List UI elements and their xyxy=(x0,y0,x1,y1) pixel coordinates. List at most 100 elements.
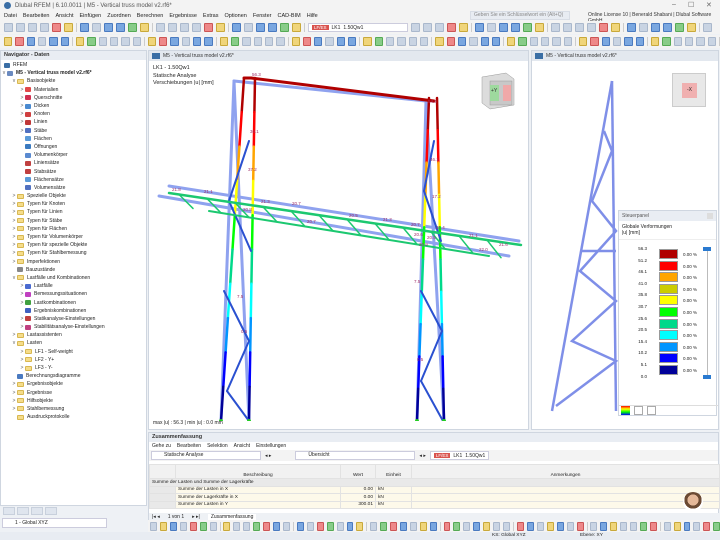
summary-menu-item[interactable]: Gehe zu xyxy=(152,443,171,449)
toolbar-tool-icon[interactable] xyxy=(356,522,363,531)
toolbar-tool-icon[interactable] xyxy=(16,23,25,32)
toolbar-tool-icon[interactable] xyxy=(327,522,334,531)
toolbar-tool-icon[interactable] xyxy=(292,37,300,46)
menu-item[interactable]: Berechnen xyxy=(137,13,164,19)
settings-tab-icon[interactable] xyxy=(647,406,656,415)
member[interactable] xyxy=(159,196,509,256)
tree-item[interactable]: Flächensätze xyxy=(1,176,146,184)
tree-item[interactable]: Ausdruckprotokolle xyxy=(1,413,146,421)
toolbar-tool-icon[interactable] xyxy=(713,522,720,531)
tree-item[interactable]: >Querschnitte xyxy=(1,94,146,102)
toolbar-tool-icon[interactable] xyxy=(564,37,572,46)
member[interactable] xyxy=(233,215,235,249)
menu-item[interactable]: Ansicht xyxy=(55,13,73,19)
prev-next-arrows[interactable]: ◂ ▸ xyxy=(419,453,425,459)
toolbar-tool-icon[interactable] xyxy=(447,37,455,46)
tab-data[interactable] xyxy=(3,507,15,515)
user-avatar[interactable] xyxy=(683,492,703,512)
tree-item[interactable]: >Ergebnisse xyxy=(1,389,146,397)
toolbar-tool-icon[interactable] xyxy=(444,522,451,531)
tree-item[interactable]: >Stahlbemessung xyxy=(1,405,146,413)
member[interactable] xyxy=(441,292,442,324)
toolbar-tool-icon[interactable] xyxy=(435,37,443,46)
toolbar-tool-icon[interactable] xyxy=(530,37,538,46)
toolbar-tool-icon[interactable] xyxy=(386,37,394,46)
toolbar-tool-icon[interactable] xyxy=(159,37,167,46)
toolbar-tool-icon[interactable] xyxy=(49,37,57,46)
toolbar-tool-icon[interactable] xyxy=(636,37,644,46)
toolbar-tool-icon[interactable] xyxy=(708,37,716,46)
toolbar-tool-icon[interactable] xyxy=(87,37,95,46)
toolbar-tool-icon[interactable] xyxy=(579,37,587,46)
member[interactable] xyxy=(421,381,443,421)
tree-item[interactable]: >Lastfälle xyxy=(1,282,146,290)
tree-item[interactable]: Stabsätze xyxy=(1,167,146,175)
tab-views[interactable] xyxy=(31,507,43,515)
group-row[interactable]: Summe der Lasten und Summe der Lagerkräf… xyxy=(150,479,720,487)
toolbar-tool-icon[interactable] xyxy=(447,23,456,32)
toolbar-tool-icon[interactable] xyxy=(684,522,691,531)
toolbar-tool-icon[interactable] xyxy=(640,522,647,531)
toolbar-tool-icon[interactable] xyxy=(410,522,417,531)
toolbar-tool-icon[interactable] xyxy=(459,23,468,32)
tree-item[interactable]: >Knoten xyxy=(1,110,146,118)
prev-next-arrows[interactable]: ◂ ▸ xyxy=(265,453,271,459)
toolbar-tool-icon[interactable] xyxy=(363,37,371,46)
table-row[interactable]: Summe der Lagerkräfte in X0.00kN xyxy=(150,494,720,502)
toolbar-tool-icon[interactable] xyxy=(216,23,225,32)
toolbar-tool-icon[interactable] xyxy=(76,37,84,46)
toolbar-tool-icon[interactable] xyxy=(458,37,466,46)
member[interactable] xyxy=(252,215,253,249)
toolbar-tool-icon[interactable] xyxy=(168,23,177,32)
toolbar-tool-icon[interactable] xyxy=(27,37,35,46)
toolbar-tool-icon[interactable] xyxy=(80,23,89,32)
toolbar-tool-icon[interactable] xyxy=(190,522,197,531)
toolbar-tool-icon[interactable] xyxy=(265,37,273,46)
toolbar-tool-icon[interactable] xyxy=(587,23,596,32)
toolbar-tool-icon[interactable] xyxy=(547,522,554,531)
member[interactable] xyxy=(421,292,422,324)
toolbar-tool-icon[interactable] xyxy=(551,23,560,32)
toolbar-tool-icon[interactable] xyxy=(430,522,437,531)
toolbar-tool-icon[interactable] xyxy=(639,23,648,32)
member[interactable] xyxy=(424,195,425,227)
toolbar-tool-icon[interactable] xyxy=(483,522,490,531)
tree-root[interactable]: RFEM xyxy=(1,61,146,69)
toolbar-tool-icon[interactable] xyxy=(28,23,37,32)
toolbar-tool-icon[interactable] xyxy=(220,37,228,46)
toolbar-tool-icon[interactable] xyxy=(180,522,187,531)
menu-item[interactable]: Extras xyxy=(203,13,219,19)
toolbar-tool-icon[interactable] xyxy=(193,37,201,46)
close-button[interactable]: ✕ xyxy=(706,1,712,9)
toolbar-tool-icon[interactable] xyxy=(435,23,444,32)
member[interactable] xyxy=(419,324,420,356)
tree-item[interactable]: Volumensätze xyxy=(1,184,146,192)
toolbar-tool-icon[interactable] xyxy=(577,522,584,531)
toolbar-tool-icon[interactable] xyxy=(674,37,682,46)
toolbar-tool-icon[interactable] xyxy=(280,23,289,32)
view-tab[interactable]: M5 - Vertical truss model v2.rf6* xyxy=(532,51,718,61)
toolbar-tool-icon[interactable] xyxy=(210,522,217,531)
close-icon[interactable] xyxy=(707,213,713,219)
view-tab[interactable]: M5 - Vertical truss model v2.rf6* xyxy=(149,51,528,61)
toolbar-tool-icon[interactable] xyxy=(535,23,544,32)
tree-item[interactable]: >Typen für Stahlbemessung xyxy=(1,249,146,257)
toolbar-tool-icon[interactable] xyxy=(552,37,560,46)
toolbar-tool-icon[interactable] xyxy=(40,23,49,32)
toolbar-tool-icon[interactable] xyxy=(170,37,178,46)
toolbar-tool-icon[interactable] xyxy=(243,522,250,531)
toolbar-tool-icon[interactable] xyxy=(518,37,526,46)
member[interactable] xyxy=(250,352,251,386)
toolbar-tool-icon[interactable] xyxy=(297,522,304,531)
toolbar-tool-icon[interactable] xyxy=(307,522,314,531)
load-case-select-summary[interactable]: LF/ESLK11.50Qw1 xyxy=(430,451,489,460)
toolbar-tool-icon[interactable] xyxy=(620,522,627,531)
tree-item[interactable]: >Typen für Knoten xyxy=(1,200,146,208)
column-header[interactable]: Anmerkungen xyxy=(412,465,720,479)
toolbar-tool-icon[interactable] xyxy=(337,37,345,46)
filter-tab-icon[interactable] xyxy=(634,406,643,415)
toolbar-tool-icon[interactable] xyxy=(150,522,157,531)
toolbar-tool-icon[interactable] xyxy=(276,37,284,46)
tree-item[interactable]: >Imperfektionen xyxy=(1,258,146,266)
toolbar-tool-icon[interactable] xyxy=(348,37,356,46)
